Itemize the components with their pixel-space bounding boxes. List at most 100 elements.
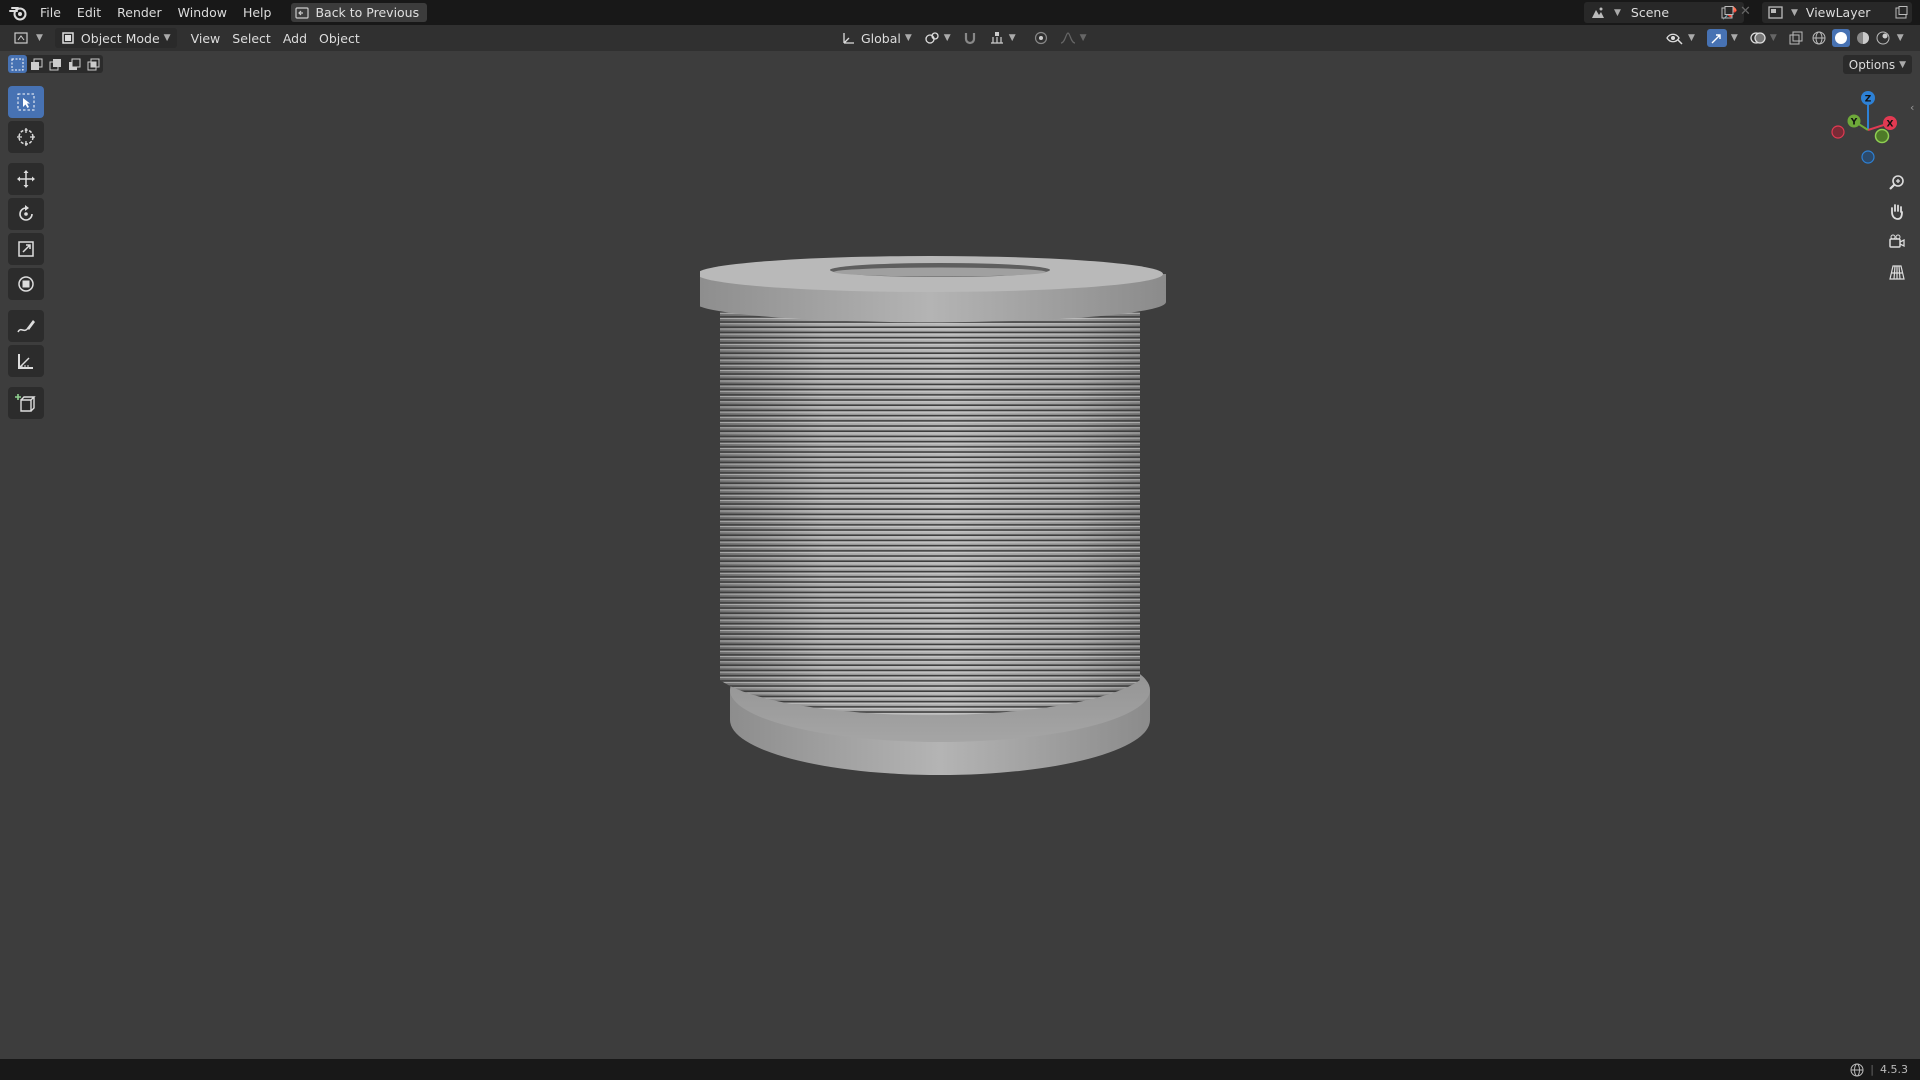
shading-material-button[interactable] [1853,27,1873,49]
menu-render[interactable]: Render [109,0,170,25]
menu-window[interactable]: Window [170,0,235,25]
overlays-icon [1750,32,1766,44]
chevron-down-icon: ▼ [1769,33,1777,43]
rendered-sphere-icon [1876,31,1890,45]
pan-view-button[interactable] [1882,198,1912,226]
material-sphere-icon [1856,32,1869,44]
chevron-down-icon: ▼ [1791,7,1798,18]
select-new-button[interactable] [8,55,27,73]
proportional-falloff-dropdown[interactable]: ▼ [1054,27,1093,49]
close-scene-icon[interactable]: ✕ [1740,4,1751,19]
xray-icon [1789,31,1803,45]
gizmo-x-label: X [1887,120,1894,130]
new-scene-icon[interactable] [1716,3,1738,23]
network-globe-icon [1850,1063,1864,1077]
snap-target-dropdown[interactable]: ▼ [983,27,1022,49]
scale-icon [18,241,34,257]
proportional-editing-icon [1034,31,1047,45]
toggle-perspective-button[interactable] [1882,258,1912,286]
selection-mode-group [8,55,103,73]
wireframe-sphere-icon [1812,31,1826,45]
proportional-editing-toggle[interactable] [1028,27,1054,49]
editor-type-selector[interactable]: ▼ [8,27,49,49]
gizmo-icon [1711,34,1721,44]
rotate-icon [19,205,33,221]
3d-viewport-icon [14,32,28,44]
gizmo-neg-y[interactable] [1874,128,1890,144]
back-to-previous-label: Back to Previous [315,5,420,20]
view-layer-name[interactable]: ViewLayer [1806,5,1894,20]
orientation-axes-icon [843,33,854,44]
menu-select[interactable]: Select [226,27,277,49]
gizmo-z-label: Z [1865,95,1872,105]
add-cube-tool[interactable] [8,387,44,419]
move-tool[interactable] [8,163,44,195]
snap-toggle[interactable] [957,27,983,49]
magnet-icon [964,33,975,45]
back-to-previous-button[interactable]: Back to Previous [291,3,428,22]
blender-version: 4.5.3 [1880,1063,1908,1076]
chevron-down-icon: ▼ [1614,7,1621,18]
status-bar: | 4.5.3 [0,1059,1920,1080]
pivot-point-dropdown[interactable]: ▼ [918,27,957,49]
view-layer-selector[interactable]: ▼ ViewLayer [1762,2,1912,23]
select-intersect-icon [87,58,100,70]
selectability-eye-icon [1666,33,1683,45]
solid-sphere-icon [1834,32,1847,44]
navigation-gizmo[interactable]: Z Y X [1820,86,1900,166]
gizmo-neg-z[interactable] [1861,150,1875,164]
gizmo-toggle[interactable]: ▼ [1701,27,1744,49]
left-toolbar [8,86,46,422]
menu-add[interactable]: Add [277,27,313,49]
wire-spool-3d-object[interactable] [700,250,1180,830]
shading-rendered-button[interactable] [1873,27,1893,49]
select-box-tool[interactable] [8,86,44,118]
gizmo-y-label: Y [1850,118,1858,128]
shading-options-chevron-icon[interactable]: ▼ [1897,33,1904,43]
snap-increment-icon [990,32,1003,44]
back-screen-icon [295,6,310,19]
camera-icon [1889,234,1905,248]
blender-logo-icon[interactable] [8,3,28,23]
scale-tool[interactable] [8,233,44,265]
select-intersect-button[interactable] [84,55,103,73]
transform-orientation-dropdown[interactable]: Global ▼ [836,27,918,49]
select-invert-icon [69,58,81,70]
rotate-tool[interactable] [8,198,44,230]
zoom-view-button[interactable] [1882,168,1912,196]
menu-help[interactable]: Help [235,0,280,25]
overlays-toggle[interactable]: ▼ [1744,27,1783,49]
camera-view-button[interactable] [1882,228,1912,256]
select-subtract-icon [49,58,61,70]
menu-view[interactable]: View [185,27,227,49]
measure-tool[interactable] [8,345,44,377]
shading-wireframe-button[interactable] [1809,27,1829,49]
grid-perspective-icon [1889,265,1905,280]
visibility-dropdown[interactable]: ▼ [1660,27,1701,49]
shading-solid-button[interactable] [1829,27,1853,49]
zoom-magnifier-icon [1889,175,1904,190]
new-view-layer-icon[interactable] [1894,5,1908,20]
chevron-down-icon: ▼ [1730,33,1738,43]
xray-toggle[interactable] [1783,27,1809,49]
sidebar-toggle-icon[interactable]: ‹ [1910,101,1914,114]
falloff-curve-icon [1060,32,1075,44]
object-mode-dropdown[interactable]: Object Mode ▼ [54,28,177,48]
options-dropdown[interactable]: Options ▼ [1842,55,1912,74]
chevron-down-icon: ▼ [1688,33,1695,43]
top-menu-bar: File Edit Render Window Help Back to Pre… [0,0,1920,25]
options-label: Options [1848,57,1896,72]
menu-file[interactable]: File [32,0,69,25]
hand-icon [1891,204,1903,220]
scene-name[interactable]: Scene [1631,5,1723,20]
select-extend-button[interactable] [27,55,46,73]
annotate-tool[interactable] [8,310,44,342]
transform-tool[interactable] [8,268,44,300]
select-invert-button[interactable] [65,55,84,73]
menu-edit[interactable]: Edit [69,0,109,25]
gizmo-neg-x[interactable] [1831,125,1845,139]
view-layer-icon [1768,6,1783,19]
menu-object[interactable]: Object [313,27,366,49]
select-subtract-button[interactable] [46,55,65,73]
cursor-tool[interactable] [8,121,44,153]
